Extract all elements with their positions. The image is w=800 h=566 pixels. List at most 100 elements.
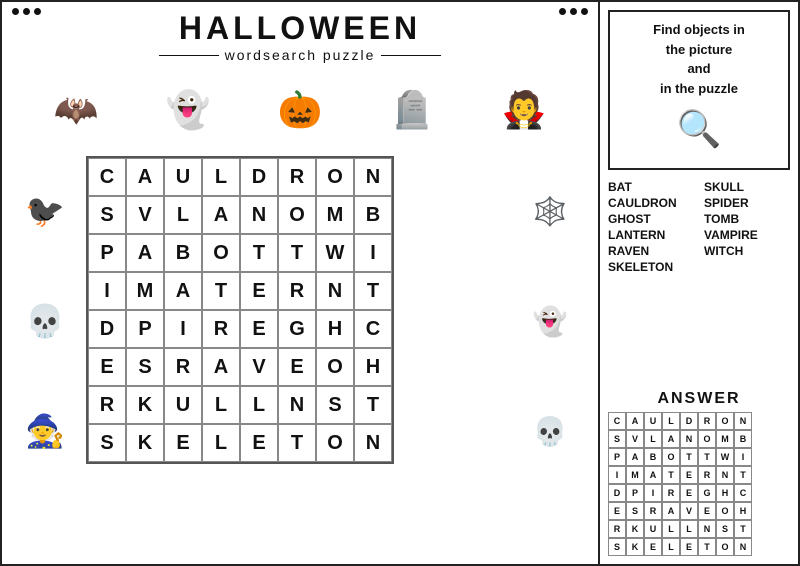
- answer-grid-cell: M: [716, 430, 734, 448]
- grid-cell: P: [126, 310, 164, 348]
- skeleton-icon: 💀: [533, 415, 568, 448]
- answer-grid-cell: P: [608, 448, 626, 466]
- answer-grid-cell: T: [680, 448, 698, 466]
- answer-grid-row: RKULLNST: [608, 520, 790, 538]
- grid-cell: T: [278, 424, 316, 462]
- top-icons-row: 🦇 👻 🎃 🪦 🧛: [10, 67, 590, 152]
- grid-cell: D: [88, 310, 126, 348]
- right-icons: 🕸️ 👻 💀: [510, 156, 590, 486]
- grid-cell: E: [164, 424, 202, 462]
- grid-cell: R: [202, 310, 240, 348]
- answer-grid-cell: A: [626, 412, 644, 430]
- answer-grid-cell: O: [698, 430, 716, 448]
- answer-grid-cell: S: [626, 502, 644, 520]
- word-item-right: VAMPIRE: [704, 228, 790, 242]
- grid-cell: E: [240, 272, 278, 310]
- answer-grid-cell: L: [662, 520, 680, 538]
- raven-icon: 🐦‍⬛: [25, 192, 65, 230]
- grid-cell: E: [240, 310, 278, 348]
- grid-cell: R: [278, 272, 316, 310]
- word-item-left: RAVEN: [608, 244, 694, 258]
- find-objects-text: Find objects in the picture and in the p…: [618, 20, 780, 98]
- grid-cell: U: [164, 386, 202, 424]
- answer-grid-cell: T: [698, 538, 716, 556]
- magnifier-icon: 🔍: [618, 102, 780, 156]
- answer-grid-cell: A: [626, 448, 644, 466]
- grid-cell: N: [278, 386, 316, 424]
- answer-grid-cell: N: [734, 538, 752, 556]
- answer-grid-cell: W: [716, 448, 734, 466]
- answer-grid-cell: B: [644, 448, 662, 466]
- grid-cell: I: [164, 310, 202, 348]
- grid-cell: L: [164, 196, 202, 234]
- answer-grid-cell: H: [716, 484, 734, 502]
- grid-cell: E: [240, 424, 278, 462]
- word-item-left: SKELETON: [608, 260, 694, 274]
- grid-cell: V: [240, 348, 278, 386]
- answer-grid-cell: S: [608, 538, 626, 556]
- answer-grid-cell: N: [716, 466, 734, 484]
- decorative-dots-right: [559, 8, 588, 15]
- answer-grid-cell: D: [680, 412, 698, 430]
- answer-grid-cell: O: [716, 538, 734, 556]
- grid-cell: L: [202, 158, 240, 196]
- grid-cell: E: [278, 348, 316, 386]
- answer-grid-row: PABOTTWI: [608, 448, 790, 466]
- bat-icon: 🦇: [54, 92, 99, 128]
- left-icons: 🐦‍⬛ 💀 🧙: [10, 156, 80, 486]
- grid-cell: I: [88, 272, 126, 310]
- puzzle-area: CAULDRONSVLANOMBPABOTTWIIMATERNTDPIREGHC…: [86, 156, 504, 486]
- ghost-icon: 👻: [166, 92, 211, 128]
- grid-cell: U: [164, 158, 202, 196]
- vampire-icon: 🧛: [502, 92, 547, 128]
- grid-cell: O: [316, 424, 354, 462]
- answer-grid-row: SVLANOMB: [608, 430, 790, 448]
- answer-grid-cell: I: [608, 466, 626, 484]
- answer-grid-cell: N: [698, 520, 716, 538]
- grid-cell: V: [126, 196, 164, 234]
- grid-row: RKULLNST: [88, 386, 392, 424]
- answer-grid-cell: K: [626, 520, 644, 538]
- title-area: HALLOWEEN wordsearch puzzle: [10, 10, 590, 63]
- grid-cell: H: [354, 348, 392, 386]
- answer-grid-cell: R: [644, 502, 662, 520]
- answer-grid-cell: T: [734, 520, 752, 538]
- grid-cell: G: [278, 310, 316, 348]
- answer-grid-cell: C: [608, 412, 626, 430]
- word-item-right: WITCH: [704, 244, 790, 258]
- grid-row: ESRAVEOH: [88, 348, 392, 386]
- answer-grid-cell: V: [680, 502, 698, 520]
- grid-cell: L: [202, 386, 240, 424]
- answer-grid-cell: G: [698, 484, 716, 502]
- grid-cell: A: [164, 272, 202, 310]
- right-panel: Find objects in the picture and in the p…: [600, 0, 800, 566]
- answer-grid-cell: L: [662, 538, 680, 556]
- grid-cell: A: [126, 158, 164, 196]
- grid-cell: L: [240, 386, 278, 424]
- grid-cell: D: [240, 158, 278, 196]
- grid-cell: C: [88, 158, 126, 196]
- word-item-left: CAULDRON: [608, 196, 694, 210]
- answer-grid-cell: R: [608, 520, 626, 538]
- answer-grid-row: ESRAVEOH: [608, 502, 790, 520]
- answer-grid-cell: B: [734, 430, 752, 448]
- grid-cell: T: [240, 234, 278, 272]
- main-title: HALLOWEEN: [10, 10, 590, 47]
- grid-cell: B: [354, 196, 392, 234]
- ghost-icon-right: 👻: [533, 305, 568, 338]
- find-objects-box: Find objects in the picture and in the p…: [608, 10, 790, 170]
- grid-cell: A: [202, 196, 240, 234]
- word-item-left: BAT: [608, 180, 694, 194]
- grid-cell: I: [354, 234, 392, 272]
- answer-grid-cell: T: [734, 466, 752, 484]
- main-area: HALLOWEEN wordsearch puzzle 🦇 👻 🎃 🪦 🧛 🐦‍…: [0, 0, 600, 566]
- answer-grid-cell: E: [608, 502, 626, 520]
- answer-grid-cell: L: [644, 430, 662, 448]
- answer-grid-cell: L: [680, 520, 698, 538]
- word-item-right: [704, 260, 790, 274]
- word-item-left: LANTERN: [608, 228, 694, 242]
- answer-grid-cell: U: [644, 412, 662, 430]
- skull-icon-left: 💀: [25, 302, 65, 340]
- tombstone-icon: 🪦: [390, 92, 435, 128]
- grid-cell: L: [202, 424, 240, 462]
